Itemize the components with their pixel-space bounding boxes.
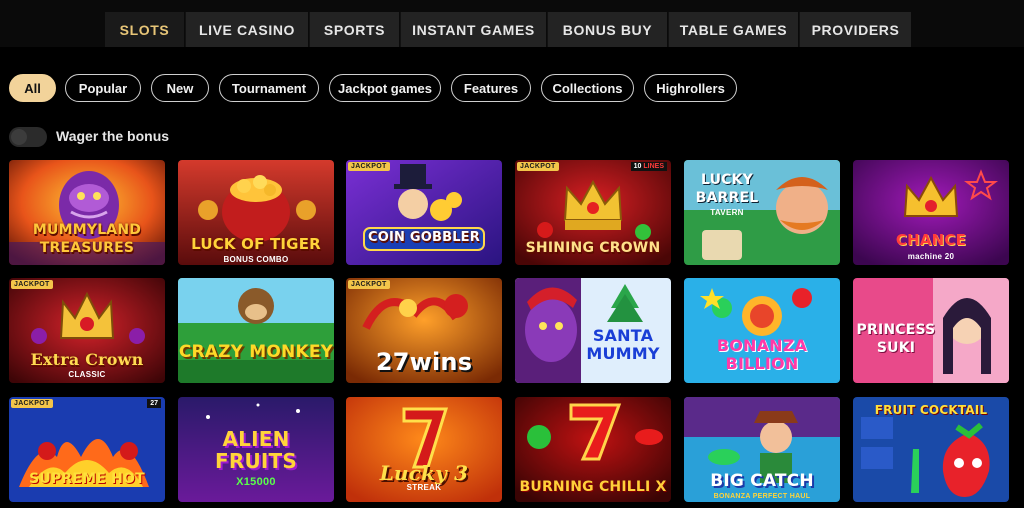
wager-bonus-toggle[interactable] — [9, 127, 47, 147]
tab-table-games[interactable]: TABLE GAMES — [668, 12, 798, 47]
tab-bonus-buy[interactable]: BONUS BUY — [547, 12, 667, 47]
game-subtitle: STREAK — [406, 483, 442, 492]
game-tile-big-catch[interactable]: BIG CATCH BONANZA PERFECT HAUL — [684, 397, 840, 502]
game-tile-coin-gobbler[interactable]: JACKPOT COIN GOBBLER — [346, 160, 502, 265]
game-subtitle: CLASSIC — [68, 370, 106, 379]
game-title: SANTA MUMMY — [586, 326, 660, 363]
game-title: CRAZY MONKEY — [178, 342, 334, 362]
game-subtitle: X15000 — [236, 476, 276, 488]
game-title: LUCK OF TIGER — [191, 235, 321, 253]
filter-new[interactable]: New — [151, 74, 209, 102]
jackpot-badge: JACKPOT — [348, 280, 390, 289]
lines-badge: 27 — [147, 399, 161, 408]
game-subtitle: BONUS COMBO — [223, 255, 289, 264]
game-tile-lucky-streak-3[interactable]: Lucky 3 STREAK — [346, 397, 502, 502]
game-title: PRINCESS SUKI — [856, 322, 936, 356]
game-subtitle: TAVERN — [710, 208, 744, 217]
filter-all[interactable]: All — [9, 74, 56, 102]
game-tile-27wins[interactable]: JACKPOT 27wins — [346, 278, 502, 383]
game-title: Lucky 3 — [379, 461, 469, 485]
game-art — [346, 160, 502, 265]
game-title: Extra Crown — [30, 350, 144, 369]
tab-providers[interactable]: PROVIDERS — [799, 12, 911, 47]
game-title: 27wins — [375, 348, 473, 376]
lines-count: 10 — [633, 163, 642, 170]
game-subtitle: BONANZA PERFECT HAUL — [713, 493, 811, 500]
game-title: BIG CATCH — [710, 471, 814, 491]
game-tile-princess-suki[interactable]: PRINCESS SUKI — [853, 278, 1009, 383]
game-tile-mummyland-treasures[interactable]: MUMMYLAND TREASURES — [9, 160, 165, 265]
game-title: LUCKY BARREL — [695, 172, 759, 206]
game-title: COIN GOBBLER — [368, 230, 480, 245]
game-tile-chance-machine-20[interactable]: CHANCE machine 20 — [853, 160, 1009, 265]
jackpot-badge: JACKPOT — [348, 162, 390, 171]
category-nav: SLOTS LIVE CASINO SPORTS INSTANT GAMES B… — [0, 0, 1024, 47]
game-title: ALIEN FRUITS — [215, 427, 297, 473]
game-tile-luck-of-tiger[interactable]: LUCK OF TIGER BONUS COMBO — [178, 160, 334, 265]
filter-collections[interactable]: Collections — [541, 74, 634, 102]
game-tile-bonanza-billion[interactable]: BONANZA BILLION — [684, 278, 840, 383]
tab-live-casino[interactable]: LIVE CASINO — [185, 12, 308, 47]
tab-sports[interactable]: SPORTS — [309, 12, 399, 47]
tab-instant-games[interactable]: INSTANT GAMES — [400, 12, 546, 47]
game-tile-supreme-hot[interactable]: JACKPOT 27 SUPREME HOT — [9, 397, 165, 502]
game-tile-alien-fruits[interactable]: ALIEN FRUITS X15000 — [178, 397, 334, 502]
game-subtitle: machine 20 — [907, 252, 955, 261]
filter-highrollers[interactable]: Highrollers — [644, 74, 737, 102]
game-tile-lucky-barrel[interactable]: LUCKY BARREL TAVERN — [684, 160, 840, 265]
filter-features[interactable]: Features — [451, 74, 531, 102]
game-title: BONANZA BILLION — [716, 336, 808, 373]
wager-bonus-label: Wager the bonus — [56, 128, 170, 144]
game-title: BURNING CHILLI X — [519, 479, 667, 495]
game-title: FRUIT COCKTAIL — [874, 403, 988, 417]
filter-jackpot-games[interactable]: Jackpot games — [329, 74, 441, 102]
game-tile-fruit-cocktail[interactable]: FRUIT COCKTAIL — [853, 397, 1009, 502]
game-title: SHINING CROWN — [525, 240, 661, 256]
filter-popular[interactable]: Popular — [65, 74, 141, 102]
game-tile-shining-crown[interactable]: JACKPOT 10 LINES SHINING CROWN — [515, 160, 671, 265]
jackpot-badge: JACKPOT — [11, 280, 53, 289]
lines-count: 27 — [150, 400, 158, 407]
toggle-knob — [11, 129, 27, 145]
game-tile-crazy-monkey[interactable]: CRAZY MONKEY — [178, 278, 334, 383]
filter-tournament[interactable]: Tournament — [219, 74, 319, 102]
game-tile-burning-chilli-x[interactable]: BURNING CHILLI X — [515, 397, 671, 502]
game-art — [853, 160, 1009, 265]
game-title: SUPREME HOT — [29, 471, 145, 487]
game-title: CHANCE — [895, 231, 967, 249]
lines-label: LINES — [643, 163, 664, 170]
jackpot-badge: JACKPOT — [11, 399, 53, 408]
game-tile-extra-crown[interactable]: JACKPOT Extra Crown CLASSIC — [9, 278, 165, 383]
game-title: MUMMYLAND TREASURES — [32, 222, 142, 256]
lines-badge: 10 LINES — [630, 162, 667, 171]
tab-slots[interactable]: SLOTS — [105, 12, 184, 47]
game-tile-santa-mummy[interactable]: SANTA MUMMY — [515, 278, 671, 383]
jackpot-badge: JACKPOT — [517, 162, 559, 171]
game-art — [178, 278, 334, 383]
